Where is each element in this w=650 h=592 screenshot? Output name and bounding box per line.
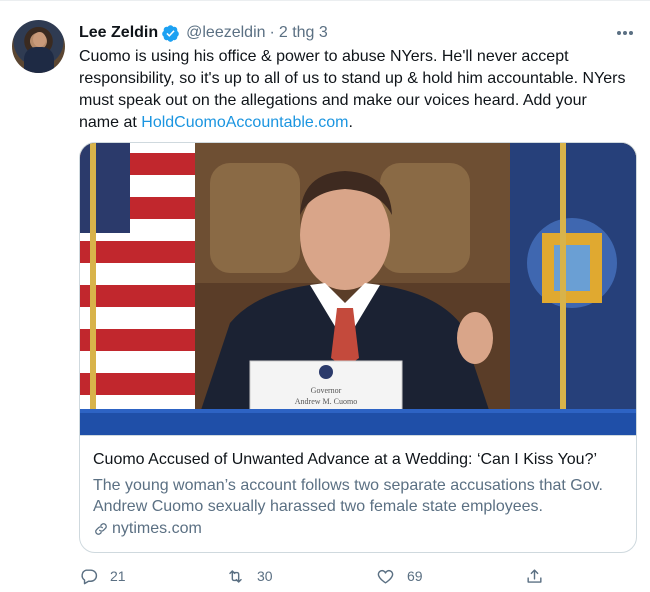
share-button[interactable] [525,564,556,588]
retweet-count: 30 [257,568,273,584]
tweet-text: Cuomo is using his office & power to abu… [79,46,627,134]
like-count: 69 [407,568,423,584]
tweet-link[interactable]: HoldCuomoAccountable.com [141,114,348,131]
link-card[interactable]: Governor Andrew M. Cuomo Cuomo Accused o… [79,142,637,553]
retweet-icon [229,569,242,583]
timestamp[interactable]: 2 thg 3 [279,24,328,42]
author-name[interactable]: Lee Zeldin [79,24,158,42]
card-image: Governor Andrew M. Cuomo [80,143,636,435]
nameplate-line-1: Governor [311,386,342,395]
tweet[interactable]: Lee Zeldin @leezeldin · 2 thg 3 Cuomo is… [0,0,650,592]
share-icon [527,568,542,583]
more-icon[interactable] [614,24,636,42]
card-domain-text: nytimes.com [112,520,202,537]
card-description: The young woman’s account follows two se… [93,477,603,515]
nameplate-line-2: Andrew M. Cuomo [295,397,357,406]
like-icon [377,569,394,584]
avatar[interactable] [12,20,65,73]
reply-icon [81,568,98,584]
tweet-actions: 21 30 69 [79,564,559,588]
reply-button[interactable]: 21 [79,564,126,588]
tweet-header: Lee Zeldin @leezeldin · 2 thg 3 [79,22,328,44]
author-handle[interactable]: @leezeldin [186,24,265,42]
link-icon [95,523,107,535]
header-separator: · [269,24,275,41]
verified-badge-icon [162,24,179,42]
tweet-text-end: . [348,114,353,131]
card-domain: nytimes.com [93,519,623,539]
card-title: Cuomo Accused of Unwanted Advance at a W… [93,451,598,468]
like-button[interactable]: 69 [376,564,423,588]
reply-count: 21 [110,568,126,584]
retweet-button[interactable]: 30 [226,564,273,588]
card-body[interactable]: Cuomo Accused of Unwanted Advance at a W… [80,435,636,552]
